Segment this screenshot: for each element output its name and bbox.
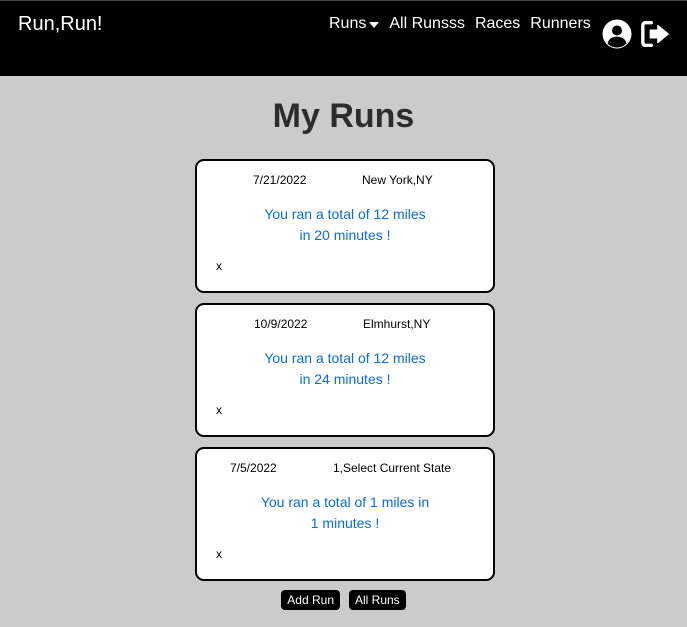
run-summary-line1: You ran a total of 1 miles in — [260, 494, 430, 510]
run-location: Elmhurst,NY — [363, 317, 431, 331]
profile-button[interactable] — [601, 18, 633, 50]
navbar: Run,Run! Runs All Runsss Races Runners — [0, 0, 687, 76]
run-card: 7/5/2022 1,Select Current State You ran … — [195, 447, 495, 581]
runs-list: 7/21/2022 New York,NY You ran a total of… — [195, 159, 495, 591]
nav-all-runs[interactable]: All Runsss — [389, 15, 465, 33]
run-summary-line1: You ran a total of 12 miles — [264, 206, 426, 222]
run-summary-line2: in 24 minutes ! — [299, 371, 391, 387]
nav-links: Runs All Runsss Races Runners — [329, 15, 601, 33]
run-summary-line1: You ran a total of 12 miles — [264, 350, 426, 366]
action-buttons: Add Run All Runs — [0, 590, 687, 610]
run-date: 7/5/2022 — [230, 461, 277, 475]
run-summary: You ran a total of 12 miles in 20 minute… — [197, 204, 493, 246]
user-circle-icon — [602, 19, 632, 49]
run-summary-line2: in 20 minutes ! — [299, 227, 391, 243]
brand-link[interactable]: Run,Run! — [18, 13, 103, 36]
caret-down-icon — [369, 22, 380, 28]
nav-runs-label: Runs — [329, 15, 367, 32]
nav-runs-dropdown[interactable]: Runs — [329, 15, 380, 33]
delete-run-button[interactable]: x — [216, 403, 222, 417]
run-card: 7/21/2022 New York,NY You ran a total of… — [195, 159, 495, 293]
page-title: My Runs — [272, 97, 415, 135]
logout-button[interactable] — [640, 18, 672, 50]
run-date: 10/9/2022 — [254, 317, 308, 331]
run-location: 1,Select Current State — [333, 461, 452, 475]
run-location: New York,NY — [362, 173, 433, 187]
sign-out-icon — [641, 21, 669, 47]
delete-run-button[interactable]: x — [216, 547, 222, 561]
run-card: 10/9/2022 Elmhurst,NY You ran a total of… — [195, 303, 495, 437]
nav-runners[interactable]: Runners — [530, 15, 590, 33]
all-runs-button[interactable]: All Runs — [349, 590, 406, 610]
run-summary: You ran a total of 12 miles in 24 minute… — [197, 348, 493, 390]
run-summary: You ran a total of 1 miles in 1 minutes … — [197, 492, 493, 534]
delete-run-button[interactable]: x — [216, 259, 222, 273]
run-summary-line2: 1 minutes ! — [310, 515, 380, 531]
add-run-button[interactable]: Add Run — [281, 590, 340, 610]
run-date: 7/21/2022 — [253, 173, 307, 187]
nav-races[interactable]: Races — [475, 15, 520, 33]
